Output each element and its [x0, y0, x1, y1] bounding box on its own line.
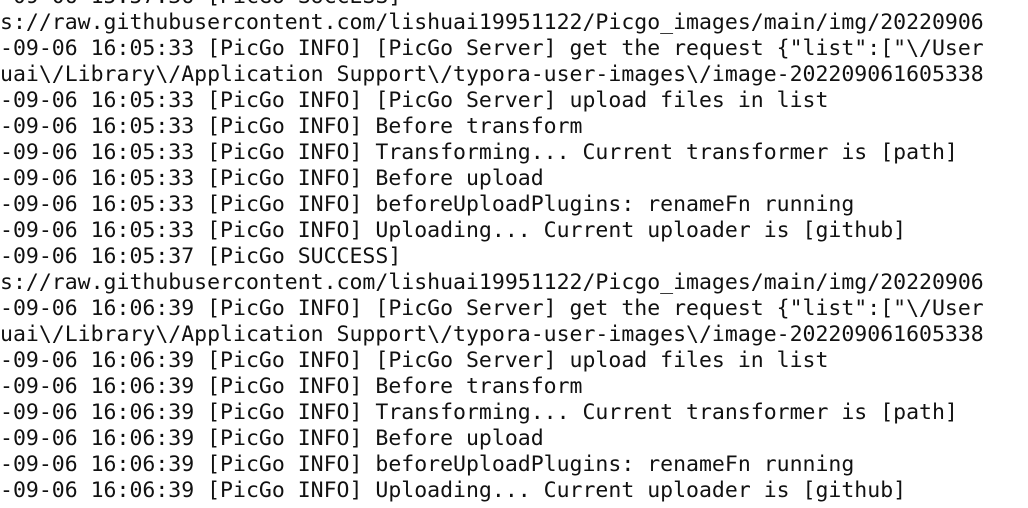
log-line: -09-06 16:06:39 [PicGo INFO] Before tran… — [0, 374, 583, 399]
log-line: -09-06 16:05:33 [PicGo INFO] Transformin… — [0, 140, 958, 165]
log-line: -09-06 16:06:39 [PicGo INFO] Uploading..… — [0, 478, 907, 503]
log-line: -09-06 16:05:33 [PicGo INFO] Before tran… — [0, 114, 583, 139]
log-line: s://raw.githubusercontent.com/lishuai199… — [0, 270, 984, 295]
log-line: -09-06 16:05:33 [PicGo INFO] Before uplo… — [0, 166, 544, 191]
log-lines: -09-06 15:57:36 [PicGo SUCCESS] s://raw.… — [0, 0, 984, 504]
log-line: -09-06 16:05:33 [PicGo INFO] Uploading..… — [0, 218, 907, 243]
log-line: -09-06 16:06:39 [PicGo INFO] beforeUploa… — [0, 452, 855, 477]
log-line: -09-06 16:05:33 [PicGo INFO] beforeUploa… — [0, 192, 855, 217]
log-line: uai\/Library\/Application Support\/typor… — [0, 322, 984, 347]
log-line: -09-06 16:06:39 [PicGo INFO] [PicGo Serv… — [0, 348, 829, 373]
log-line: -09-06 15:57:36 [PicGo SUCCESS] — [0, 0, 984, 10]
terminal-log-view[interactable]: -09-06 15:57:36 [PicGo SUCCESS] s://raw.… — [0, 0, 1028, 508]
log-line: -09-06 16:06:39 [PicGo INFO] Transformin… — [0, 400, 958, 425]
log-line: -09-06 16:05:37 [PicGo SUCCESS] — [0, 244, 402, 269]
log-line: -09-06 16:06:39 [PicGo INFO] Before uplo… — [0, 426, 544, 451]
log-line: s://raw.githubusercontent.com/lishuai199… — [0, 10, 984, 35]
log-line: -09-06 16:06:39 [PicGo INFO] [PicGo Serv… — [0, 296, 984, 321]
log-line: -09-06 16:05:33 [PicGo INFO] [PicGo Serv… — [0, 88, 829, 113]
log-line: uai\/Library\/Application Support\/typor… — [0, 62, 984, 87]
log-line: -09-06 16:05:33 [PicGo INFO] [PicGo Serv… — [0, 36, 984, 61]
